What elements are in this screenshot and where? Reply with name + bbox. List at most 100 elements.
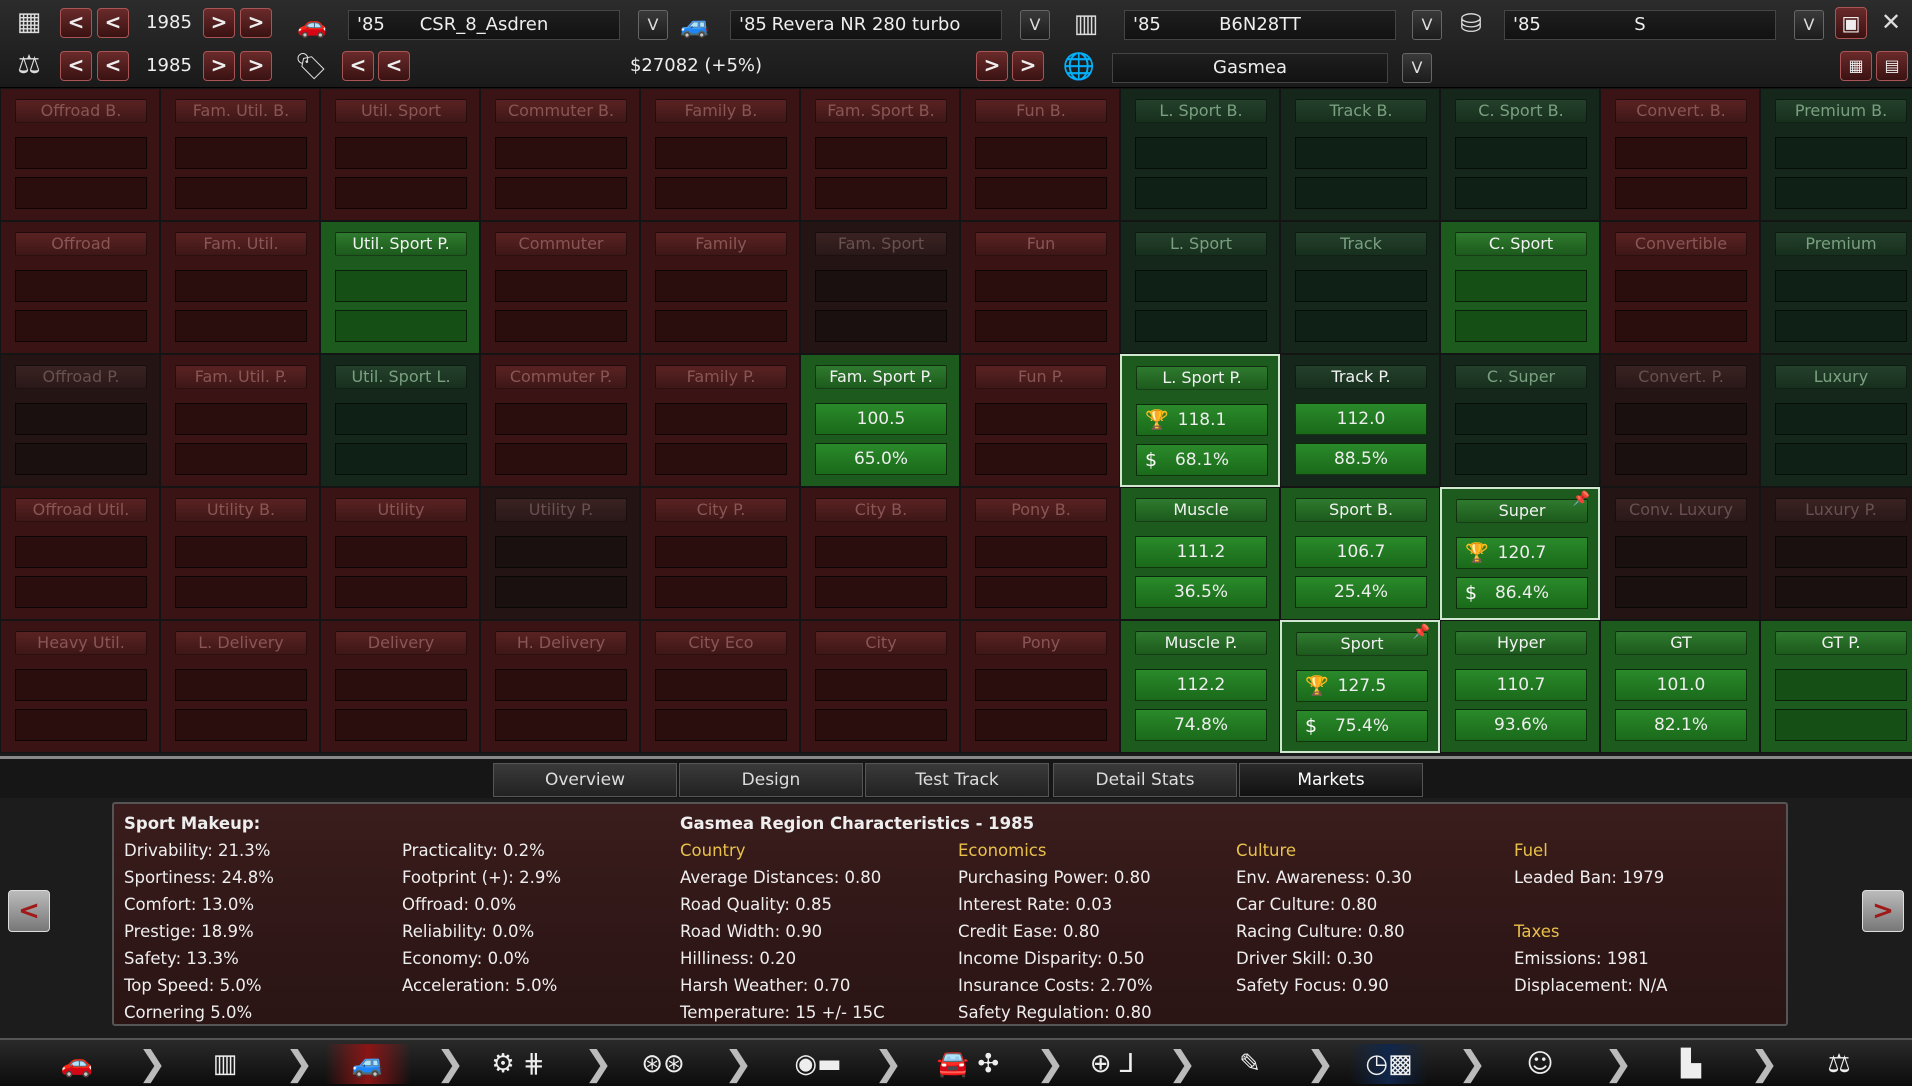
pin-icon[interactable]: 📌 — [1573, 491, 1590, 507]
market-cell[interactable]: GT 101.0 82.1% — [1600, 620, 1760, 753]
market-cell[interactable]: Track — [1280, 221, 1440, 354]
year2-next-button[interactable]: > — [203, 51, 235, 81]
market-cell[interactable]: L. Sport — [1120, 221, 1280, 354]
market-cell[interactable]: GT P. — [1760, 620, 1912, 753]
market-cell[interactable]: Fun P. — [960, 354, 1120, 487]
market-cell[interactable]: City Eco — [640, 620, 800, 753]
market-cell[interactable]: Convert. P. — [1600, 354, 1760, 487]
market-cell[interactable]: City — [800, 620, 960, 753]
market-cell[interactable]: Offroad P. — [0, 354, 160, 487]
engine-variant-dropdown-button[interactable]: V — [1794, 10, 1824, 40]
tab-overview[interactable]: Overview — [493, 763, 677, 797]
tuning-nav-icon[interactable]: ☺ — [1518, 1044, 1562, 1084]
market-cell[interactable]: Luxury P. — [1760, 487, 1912, 620]
pin-icon[interactable]: 📌 — [1413, 624, 1430, 640]
market-cell[interactable]: L. Sport P. 🏆 118.1 $68.1% — [1120, 354, 1280, 487]
market-cell[interactable]: Muscle 111.2 36.5% — [1120, 487, 1280, 620]
fuel-system-nav-icon[interactable]: ✎ — [1228, 1044, 1272, 1084]
engine-field[interactable]: '85 B6N28TT — [1124, 10, 1396, 40]
market-cell[interactable]: Convert. B. — [1600, 88, 1760, 221]
market-cell[interactable]: Utility P. — [480, 487, 640, 620]
market-cell[interactable]: Premium — [1760, 221, 1912, 354]
market-cell[interactable]: H. Delivery — [480, 620, 640, 753]
list-view-button[interactable]: ▤ — [1876, 51, 1908, 81]
model-dropdown-button[interactable]: V — [638, 10, 668, 40]
save-button[interactable]: ▣ — [1835, 7, 1867, 39]
price-prev-fast-button[interactable]: < — [342, 51, 374, 81]
market-cell[interactable]: C. Super — [1440, 354, 1600, 487]
market-cell[interactable]: Pony — [960, 620, 1120, 753]
market-cell[interactable]: Sport B. 106.7 25.4% — [1280, 487, 1440, 620]
market-cell[interactable]: Util. Sport L. — [320, 354, 480, 487]
market-cell[interactable]: City P. — [640, 487, 800, 620]
market-cell[interactable]: Conv. Luxury — [1600, 487, 1760, 620]
scales-icon[interactable]: ⚖ — [10, 46, 48, 84]
prev-page-button[interactable]: < — [8, 890, 50, 932]
year-next-button[interactable]: > — [203, 8, 235, 38]
price-next-button[interactable]: > — [976, 51, 1008, 81]
market-cell[interactable]: Luxury — [1760, 354, 1912, 487]
tab-detail-stats[interactable]: Detail Stats — [1053, 763, 1237, 797]
suspension-nav-icon[interactable]: ⊛⊛ — [628, 1044, 698, 1084]
market-cell[interactable]: Commuter — [480, 221, 640, 354]
market-cell[interactable]: Util. Sport P. — [320, 221, 480, 354]
engine-dropdown-button[interactable]: V — [1412, 10, 1442, 40]
model-field[interactable]: '85 CSR_8_Asdren — [348, 10, 620, 40]
year-next-fast-button[interactable]: > — [240, 8, 272, 38]
close-icon[interactable]: ✕ — [1872, 3, 1910, 41]
market-cell[interactable]: Track B. — [1280, 88, 1440, 221]
design-nav-icon[interactable]: 🚘 ✣ — [898, 1044, 1038, 1084]
interior-nav-icon[interactable]: ⊕ ⅃ — [1062, 1044, 1162, 1084]
market-cell[interactable]: Fam. Util. P. — [160, 354, 320, 487]
year-prev-fast-button[interactable]: < — [60, 8, 92, 38]
region-dropdown-button[interactable]: V — [1402, 53, 1432, 83]
market-cell[interactable]: City B. — [800, 487, 960, 620]
year2-prev-button[interactable]: < — [97, 51, 129, 81]
market-cell[interactable]: Track P. 112.0 88.5% — [1280, 354, 1440, 487]
market-cell[interactable]: Util. Sport — [320, 88, 480, 221]
engine-nav-icon[interactable]: ▥ — [200, 1044, 250, 1084]
market-cell[interactable]: Fam. Sport — [800, 221, 960, 354]
markets-nav-icon[interactable]: ⚖ — [1814, 1044, 1864, 1084]
market-cell[interactable]: L. Delivery — [160, 620, 320, 753]
market-cell[interactable]: Fam. Util. B. — [160, 88, 320, 221]
market-cell[interactable]: Utility B. — [160, 487, 320, 620]
market-cell[interactable]: L. Sport B. — [1120, 88, 1280, 221]
market-cell[interactable]: Delivery — [320, 620, 480, 753]
market-cell[interactable]: Commuter B. — [480, 88, 640, 221]
year2-next-fast-button[interactable]: > — [240, 51, 272, 81]
market-cell[interactable]: Commuter P. — [480, 354, 640, 487]
market-cell[interactable]: Fun — [960, 221, 1120, 354]
market-cell[interactable]: Family P. — [640, 354, 800, 487]
test-track-nav-icon[interactable]: ◷▩ — [1350, 1044, 1428, 1084]
market-cell[interactable]: Offroad Util. — [0, 487, 160, 620]
tab-test-track[interactable]: Test Track — [865, 763, 1049, 797]
market-cell[interactable]: Fam. Util. — [160, 221, 320, 354]
trim-dropdown-button[interactable]: V — [1020, 10, 1050, 40]
market-cell[interactable]: Convertible — [1600, 221, 1760, 354]
factory-nav-icon[interactable]: ▙ — [1666, 1044, 1716, 1084]
market-cell[interactable]: Fam. Sport P. 100.5 65.0% — [800, 354, 960, 487]
tab-design[interactable]: Design — [679, 763, 863, 797]
market-cell[interactable]: Hyper 110.7 93.6% — [1440, 620, 1600, 753]
market-cell[interactable]: Fam. Sport B. — [800, 88, 960, 221]
next-page-button[interactable]: > — [1862, 890, 1904, 932]
trim-field[interactable]: '85 Revera NR 280 turbo — [730, 10, 1002, 40]
market-cell[interactable]: Premium B. — [1760, 88, 1912, 221]
market-cell[interactable]: C. Sport B. — [1440, 88, 1600, 221]
trim-nav-icon[interactable]: 🚙 — [325, 1044, 411, 1084]
market-cell[interactable]: C. Sport — [1440, 221, 1600, 354]
market-cell[interactable]: Family B. — [640, 88, 800, 221]
market-cell[interactable]: Offroad — [0, 221, 160, 354]
price-next-fast-button[interactable]: > — [1012, 51, 1044, 81]
year-prev-button[interactable]: < — [97, 8, 129, 38]
market-cell[interactable]: Muscle P. 112.2 74.8% — [1120, 620, 1280, 753]
market-cell[interactable]: Sport 🏆 127.5 $75.4% 📌 — [1280, 620, 1440, 753]
market-cell[interactable]: Offroad B. — [0, 88, 160, 221]
tab-markets[interactable]: Markets — [1239, 763, 1423, 797]
price-prev-button[interactable]: < — [378, 51, 410, 81]
engine-variant-field[interactable]: '85 S — [1504, 10, 1776, 40]
car-model-nav-icon[interactable]: 🚗 — [52, 1044, 102, 1084]
market-cell[interactable]: Super 🏆 120.7 $86.4% 📌 — [1440, 487, 1600, 620]
year2-prev-fast-button[interactable]: < — [60, 51, 92, 81]
